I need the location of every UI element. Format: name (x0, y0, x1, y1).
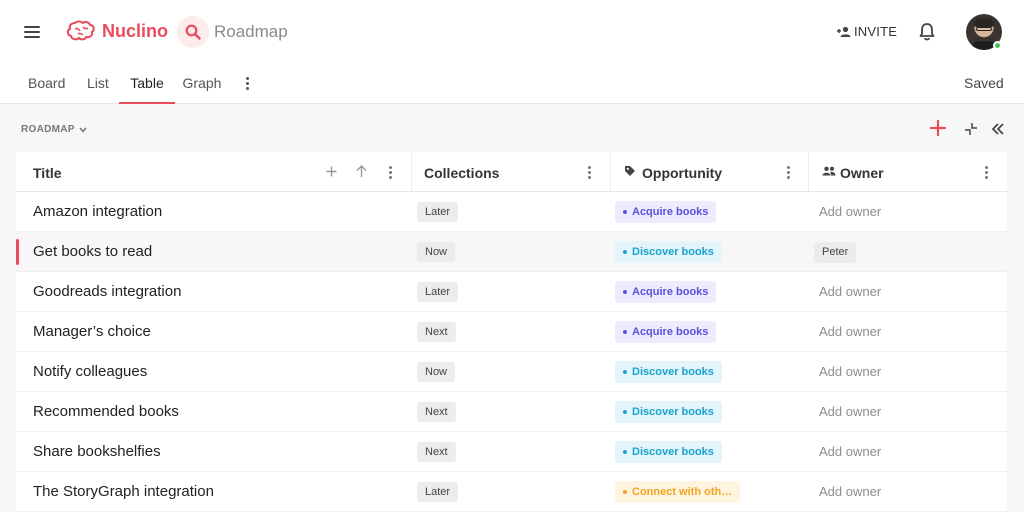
brain-icon (66, 20, 95, 41)
table-row[interactable]: The StoryGraph integration Later Connect w… (16, 472, 1007, 512)
column-menu-icon[interactable] (389, 166, 393, 179)
row-title[interactable]: Goodreads integration (33, 283, 181, 300)
opportunity-tag[interactable]: Discover books (615, 401, 722, 423)
add-item-icon[interactable] (930, 120, 946, 136)
collection-tag[interactable]: Later (417, 282, 459, 302)
search-icon (185, 24, 201, 40)
row-title[interactable]: Manager’s choice (33, 323, 151, 340)
opportunity-tag[interactable]: Acquire books (615, 201, 717, 223)
column-label: Owner (840, 165, 884, 181)
column-menu-icon[interactable] (588, 166, 592, 179)
opportunity-tag[interactable]: Acquire books (615, 281, 717, 303)
add-owner-button[interactable]: Add owner (819, 484, 881, 499)
row-title[interactable]: Share bookshelfies (33, 443, 161, 460)
column-header-collections[interactable]: Collections (412, 152, 611, 192)
table-row[interactable]: Manager’s choice Next Acquire books Add own… (16, 312, 1007, 352)
add-owner-button[interactable]: Add owner (819, 324, 881, 339)
more-views-icon[interactable] (246, 77, 250, 91)
invite-button[interactable]: INVITE (837, 24, 897, 39)
tab-list[interactable]: List (87, 64, 119, 104)
add-owner-button[interactable]: Add owner (819, 204, 881, 219)
workspace-title[interactable]: Roadmap (214, 22, 288, 42)
invite-label: INVITE (854, 24, 898, 39)
add-person-icon (837, 26, 851, 37)
breadcrumb[interactable]: ROADMAP (21, 124, 87, 135)
collapse-icon[interactable] (964, 123, 978, 135)
table-header: Title Collections Opportunity Owner (16, 152, 1007, 192)
chevron-down-icon (79, 127, 87, 133)
column-header-title[interactable]: Title (16, 152, 412, 192)
table-row[interactable]: Get books to read Now Discover books Peter (16, 232, 1007, 272)
table-row[interactable]: Notify colleagues Now Discover books Add ow… (16, 352, 1007, 392)
selected-row-marker (16, 239, 19, 265)
bell-icon[interactable] (918, 22, 936, 42)
online-status-dot (993, 41, 1002, 50)
search-button[interactable] (177, 16, 209, 48)
row-title[interactable]: Get books to read (33, 243, 152, 260)
add-owner-button[interactable]: Add owner (819, 404, 881, 419)
menu-icon[interactable] (24, 26, 40, 38)
opportunity-tag[interactable]: Discover books (615, 361, 722, 383)
collection-tag[interactable]: Now (417, 362, 456, 382)
table-row[interactable]: Goodreads integration Later Acquire books A… (16, 272, 1007, 312)
column-label: Title (33, 165, 62, 181)
tag-icon (625, 166, 635, 176)
owner-tag[interactable]: Peter (814, 242, 857, 263)
opportunity-tag[interactable]: Acquire books (615, 321, 717, 343)
collection-tag[interactable]: Later (417, 482, 459, 502)
collection-tag[interactable]: Next (417, 402, 456, 422)
column-label: Opportunity (642, 165, 723, 181)
collection-tag[interactable]: Now (417, 242, 456, 262)
add-owner-button[interactable]: Add owner (819, 444, 881, 459)
row-title[interactable]: The StoryGraph integration (33, 483, 214, 500)
tab-table[interactable]: Table (119, 64, 175, 104)
add-column-icon[interactable] (326, 166, 337, 177)
table-row[interactable]: Recommended books Next Discover books Add o… (16, 392, 1007, 432)
top-bar: Nuclino Roadmap INVITE Board List Table … (0, 0, 1024, 104)
tab-graph[interactable]: Graph (177, 64, 227, 104)
column-menu-icon[interactable] (787, 166, 791, 179)
column-header-opportunity[interactable]: Opportunity (611, 152, 809, 192)
sort-ascending-icon[interactable] (356, 165, 367, 178)
app-logo[interactable]: Nuclino (66, 19, 168, 43)
add-owner-button[interactable]: Add owner (819, 284, 881, 299)
app-name: Nuclino (102, 20, 168, 41)
view-tabs: Board List Table Graph (28, 64, 227, 104)
row-title[interactable]: Recommended books (33, 403, 179, 420)
collection-tag[interactable]: Later (417, 202, 459, 222)
column-label: Collections (424, 165, 500, 181)
collection-tag[interactable]: Next (417, 322, 456, 342)
people-icon (822, 166, 836, 176)
table-row[interactable]: Share bookshelfies Next Discover books Add … (16, 432, 1007, 472)
collection-tag[interactable]: Next (417, 442, 456, 462)
tab-board[interactable]: Board (28, 64, 86, 104)
column-header-owner[interactable]: Owner (809, 152, 1007, 192)
column-menu-icon[interactable] (985, 166, 989, 179)
row-title[interactable]: Notify colleagues (33, 363, 147, 380)
double-chevron-left-icon[interactable] (991, 122, 1005, 136)
breadcrumb-label: ROADMAP (21, 124, 75, 135)
table-row[interactable]: Amazon integration Later Acquire books Add … (16, 192, 1007, 232)
save-status: Saved (964, 75, 1004, 91)
opportunity-tag[interactable]: Connect with oth… (615, 481, 741, 503)
add-owner-button[interactable]: Add owner (819, 364, 881, 379)
row-title[interactable]: Amazon integration (33, 203, 162, 220)
opportunity-tag[interactable]: Discover books (615, 241, 722, 263)
roadmap-table: Title Collections Opportunity Owner Amaz… (16, 152, 1007, 512)
opportunity-tag[interactable]: Discover books (615, 441, 722, 463)
